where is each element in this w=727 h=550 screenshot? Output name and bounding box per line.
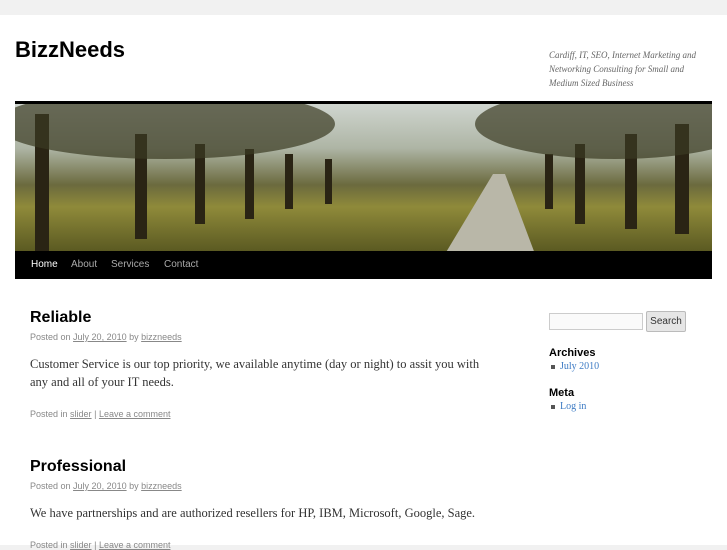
nav-services[interactable]: Services	[111, 259, 149, 270]
category-link[interactable]: slider	[70, 540, 92, 550]
post-content: We have partnerships and are authorized …	[30, 506, 476, 520]
tree-lined-road-image	[15, 104, 712, 251]
archive-link[interactable]: July 2010	[560, 361, 599, 372]
posted-on-label: Posted on	[30, 481, 71, 491]
meta-title: Meta	[549, 387, 575, 399]
site-description: Cardiff, IT, SEO, Internet Marketing and…	[549, 50, 696, 88]
author-link[interactable]: bizzneeds	[141, 332, 182, 342]
nav-about[interactable]: About	[71, 259, 97, 270]
by-label: by	[129, 332, 139, 342]
posted-on-label: Posted on	[30, 332, 71, 342]
posted-in-label: Posted in	[30, 540, 68, 550]
author-link[interactable]: bizzneeds	[141, 481, 182, 491]
post-meta: Posted on July 20, 2010 by bizzneeds	[30, 481, 182, 491]
nav-contact[interactable]: Contact	[164, 259, 198, 270]
by-label: by	[129, 481, 139, 491]
site-title[interactable]: BizzNeeds	[15, 37, 125, 63]
category-link[interactable]: slider	[70, 409, 92, 419]
header-image	[15, 101, 712, 251]
post-meta: Posted on July 20, 2010 by bizzneeds	[30, 332, 182, 342]
separator: |	[94, 540, 97, 550]
post-title[interactable]: Reliable	[30, 309, 91, 327]
comment-link[interactable]: Leave a comment	[99, 409, 171, 419]
login-link[interactable]: Log in	[560, 401, 586, 412]
post-date-link[interactable]: July 20, 2010	[73, 332, 127, 342]
search-button[interactable]: Search	[646, 311, 686, 332]
separator: |	[94, 409, 97, 419]
post-date-link[interactable]: July 20, 2010	[73, 481, 127, 491]
post-footer: Posted in slider | Leave a comment	[30, 409, 170, 419]
post-title[interactable]: Professional	[30, 458, 126, 476]
bullet-icon	[551, 404, 555, 409]
post-content: Customer Service is our top priority, we…	[30, 357, 480, 389]
comment-link[interactable]: Leave a comment	[99, 540, 171, 550]
post-footer: Posted in slider | Leave a comment	[30, 540, 170, 550]
main-nav: Home About Services Contact	[15, 251, 712, 279]
archive-item[interactable]: July 2010	[551, 361, 599, 372]
nav-home[interactable]: Home	[31, 259, 58, 270]
page: BizzNeeds Cardiff, IT, SEO, Internet Mar…	[0, 15, 727, 550]
archives-title: Archives	[549, 347, 596, 359]
bullet-icon	[551, 364, 555, 369]
posted-in-label: Posted in	[30, 409, 68, 419]
search-input[interactable]	[549, 313, 643, 330]
meta-item[interactable]: Log in	[551, 401, 586, 412]
